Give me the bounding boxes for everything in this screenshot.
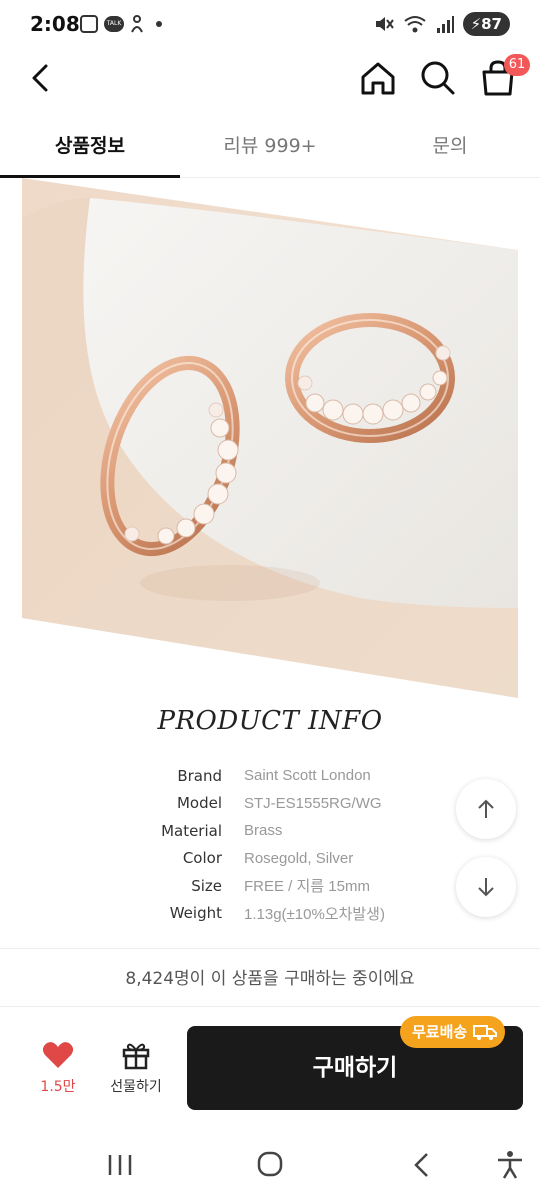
- heart-icon: [42, 1042, 74, 1068]
- battery-indicator: ⚡87: [462, 12, 510, 36]
- battery-level: 87: [481, 15, 502, 33]
- back-arrow-icon[interactable]: [22, 58, 62, 98]
- accessibility-icon[interactable]: [490, 1150, 530, 1180]
- like-button[interactable]: 1.5만: [30, 1040, 86, 1100]
- recent-apps-icon[interactable]: [100, 1150, 140, 1180]
- tab-reviews[interactable]: 리뷰 999+: [180, 118, 360, 177]
- scroll-bottom-button[interactable]: [456, 857, 516, 917]
- system-icons: ⚡87: [373, 12, 510, 36]
- signal-icon: [436, 16, 454, 33]
- info-row-model: Model STJ-ES1555RG/WG: [130, 790, 450, 818]
- info-value: STJ-ES1555RG/WG: [244, 794, 382, 812]
- scroll-top-button[interactable]: [456, 779, 516, 839]
- more-notifications-icon: [156, 21, 162, 27]
- gift-label: 선물하기: [110, 1079, 162, 1095]
- screenshot-icon: [80, 15, 98, 33]
- info-value: Brass: [244, 822, 283, 840]
- product-info-title: PRODUCT INFO: [157, 706, 383, 736]
- gift-button[interactable]: 선물하기: [102, 1040, 170, 1100]
- info-label: Brand: [177, 766, 222, 785]
- info-label: Weight: [169, 904, 222, 923]
- info-value: 1.13g(±10%오차발생): [244, 905, 385, 923]
- person-icon: [131, 15, 143, 33]
- arrow-up-icon: [478, 799, 494, 818]
- tab-product-info[interactable]: 상품정보: [0, 118, 180, 178]
- buyers-count-text: 8,424명이 이 상품을 구매하는 중이에요: [125, 969, 415, 989]
- free-shipping-label: 무료배송: [412, 1023, 468, 1041]
- arrow-down-icon: [478, 878, 494, 897]
- gift-icon: [122, 1043, 150, 1070]
- earring-image: [22, 178, 519, 698]
- free-shipping-badge: 무료배송: [400, 1016, 506, 1048]
- info-label: Size: [191, 876, 222, 895]
- top-app-bar: [0, 50, 540, 110]
- nav-back-icon[interactable]: [402, 1150, 442, 1180]
- cart-badge: 61: [504, 54, 530, 76]
- home-circle-icon[interactable]: [250, 1150, 290, 1180]
- talk-icon: TALK: [104, 16, 124, 32]
- info-value: Saint Scott London: [244, 767, 371, 785]
- info-label: Color: [182, 849, 222, 868]
- search-icon[interactable]: [416, 56, 460, 100]
- like-count: 1.5만: [40, 1079, 76, 1095]
- status-bar: 2:08 TALK ⚡87: [0, 0, 540, 50]
- info-row-weight: Weight 1.13g(±10%오차발생): [130, 900, 450, 928]
- product-photo: [0, 178, 540, 698]
- notification-icons: TALK: [80, 14, 162, 34]
- info-label: Model: [176, 794, 222, 813]
- info-row-brand: Brand Saint Scott London: [130, 762, 450, 790]
- divider: [0, 1006, 540, 1007]
- truck-icon: [473, 1025, 498, 1040]
- status-time: 2:08: [30, 12, 80, 36]
- info-row-color: Color Rosegold, Silver: [130, 845, 450, 873]
- info-row-material: Material Brass: [130, 817, 450, 845]
- mute-icon: [375, 17, 394, 31]
- tab-bar: 상품정보 리뷰 999+ 문의: [0, 118, 540, 178]
- info-label: Material: [161, 821, 222, 840]
- system-nav-bar: [0, 1130, 540, 1200]
- wifi-icon: [403, 16, 426, 33]
- tab-inquiry[interactable]: 문의: [360, 118, 540, 177]
- product-info-table: Brand Saint Scott London Model STJ-ES155…: [130, 762, 450, 927]
- divider: [0, 948, 540, 949]
- info-value: Rosegold, Silver: [244, 849, 354, 867]
- info-value: FREE / 지름 15mm: [244, 878, 370, 896]
- info-row-size: Size FREE / 지름 15mm: [130, 872, 450, 900]
- home-icon[interactable]: [356, 56, 400, 100]
